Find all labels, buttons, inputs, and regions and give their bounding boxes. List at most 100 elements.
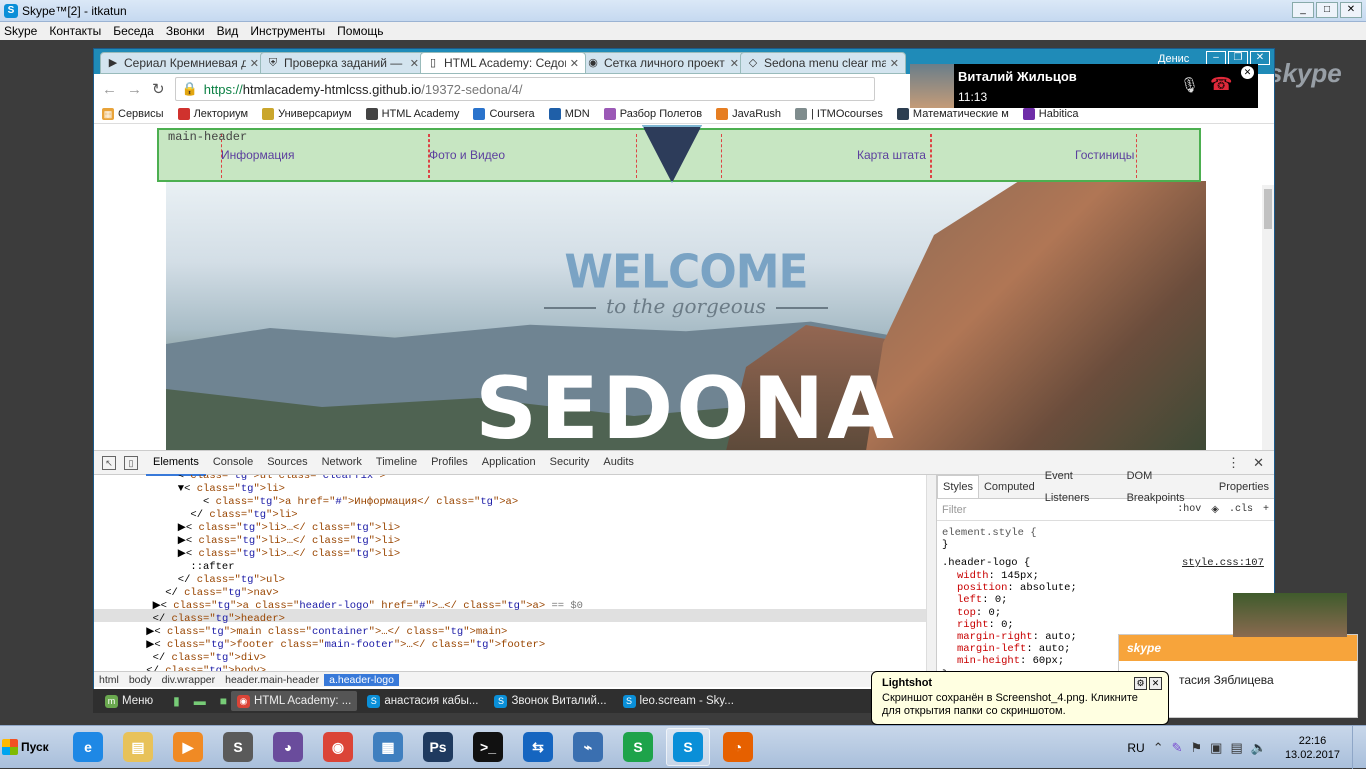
show-hidden-icons[interactable]: ⌃ xyxy=(1153,740,1164,756)
remote-task-button[interactable]: ◉ HTML Academy: ... xyxy=(230,691,358,711)
maximize-button[interactable]: □ xyxy=(1316,2,1338,18)
color-icon[interactable]: ◈ xyxy=(1211,504,1219,516)
css-property[interactable]: left: 0; xyxy=(957,594,1007,606)
css-property[interactable]: min-height: 60px; xyxy=(957,655,1064,667)
lightshot-balloon[interactable]: Lightshot Скриншот сохранён в Screenshot… xyxy=(871,671,1169,725)
clock[interactable]: 22:16 13.02.2017 xyxy=(1285,734,1340,762)
dom-node[interactable]: ▶< class="tg">li>…</ class="tg">li> xyxy=(140,548,400,561)
bookmark-item[interactable]: Разбор Полетов xyxy=(603,107,702,120)
skype-menu-item[interactable]: Контакты xyxy=(49,24,101,38)
hov-toggle[interactable]: :hov xyxy=(1177,504,1201,516)
browser-tab[interactable]: ⛨ Проверка заданий — ✕ xyxy=(260,52,426,74)
bookmark-item[interactable]: Coursera xyxy=(473,107,535,120)
css-property[interactable]: right: 0; xyxy=(957,619,1014,631)
dom-node[interactable]: </ class="tg">header> xyxy=(140,613,285,626)
breadcrumb-item[interactable]: header.main-header xyxy=(220,674,324,686)
styles-subtab[interactable]: DOM Breakpoints xyxy=(1122,465,1214,509)
rule-selector[interactable]: .header-logo { xyxy=(942,557,1030,569)
skype-menu-item[interactable]: Инструменты xyxy=(250,24,325,38)
remote-task-button[interactable]: m Меню xyxy=(99,691,159,711)
taskbar-app[interactable]: ⇆ xyxy=(516,728,560,766)
back-icon[interactable]: ← xyxy=(102,81,117,98)
rule-source-link[interactable]: style.css:107 xyxy=(1182,557,1264,569)
inspect-icon[interactable]: ↖ xyxy=(102,455,116,470)
taskbar-app[interactable]: ⌁ xyxy=(566,728,610,766)
css-property[interactable]: position: absolute; xyxy=(957,582,1077,594)
volume-icon[interactable]: 🔈 xyxy=(1251,740,1267,756)
dom-node[interactable]: ▶< class="tg">main class="container">…</… xyxy=(140,626,507,639)
minimize-button[interactable]: _ xyxy=(1292,2,1314,18)
flag-icon[interactable]: ⚑ xyxy=(1191,740,1203,756)
device-toolbar-icon[interactable]: ▯ xyxy=(124,455,138,470)
hang-up-icon[interactable]: ☎ xyxy=(1210,74,1232,95)
browser-tab[interactable]: ▶ Сериал Кремниевая д ✕ xyxy=(100,52,266,74)
device-icon[interactable]: ▣ xyxy=(1210,740,1222,756)
bookmark-item[interactable]: Лекториум xyxy=(177,107,248,120)
close-icon[interactable]: ✕ xyxy=(1149,677,1162,690)
tab-close-icon[interactable]: ✕ xyxy=(890,57,899,70)
styles-subtab[interactable]: Properties xyxy=(1214,476,1274,498)
settings-icon[interactable]: ⚙ xyxy=(1134,677,1147,690)
nav-link-map[interactable]: Карта штата xyxy=(857,148,926,162)
taskbar-app[interactable]: S xyxy=(616,728,660,766)
taskbar-app[interactable]: S xyxy=(666,728,710,766)
breadcrumb-item[interactable]: html xyxy=(94,674,124,686)
css-property[interactable]: margin-right: auto; xyxy=(957,631,1077,643)
skype-menu-item[interactable]: Звонки xyxy=(166,24,205,38)
remote-task-button[interactable]: Sанастасия кабы... xyxy=(361,691,484,711)
microphone-icon[interactable]: 🎙 xyxy=(1180,76,1199,94)
browser-tab[interactable]: ▯ HTML Academy: Седон ✕ xyxy=(420,52,586,74)
nav-link-photo[interactable]: Фото и Видео xyxy=(429,148,505,162)
address-bar[interactable]: 🔒 https:// htmlacademy-htmlcss.github.io… xyxy=(174,77,875,101)
skype-menu-item[interactable]: Беседа xyxy=(113,24,154,38)
breadcrumb-item[interactable]: div.wrapper xyxy=(157,674,221,686)
devtools-tab-profiles[interactable]: Profiles xyxy=(424,450,475,476)
tab-close-icon[interactable]: ✕ xyxy=(570,57,579,70)
nav-link-info[interactable]: Информация xyxy=(221,148,294,162)
element-style-rule[interactable]: element.style { xyxy=(942,527,1037,539)
dom-node[interactable]: ▶< class="tg">li>…</ class="tg">li> xyxy=(140,522,400,535)
bookmark-item[interactable]: Habitica xyxy=(1022,107,1079,120)
show-desktop-button[interactable] xyxy=(1352,726,1366,769)
dom-node[interactable]: ▼< class="tg">li> xyxy=(140,483,285,496)
devtools-tab-elements[interactable]: Elements xyxy=(146,450,206,476)
taskbar-app[interactable]: ◉ xyxy=(316,728,360,766)
page-scrollbar[interactable] xyxy=(1262,185,1274,450)
css-property[interactable]: top: 0; xyxy=(957,607,1001,619)
dom-node[interactable]: ▶< class="tg">a class="header-logo" href… xyxy=(140,600,583,613)
skype-menu-item[interactable]: Skype xyxy=(4,24,37,38)
remote-task-button[interactable]: S Звонок Виталий... xyxy=(488,691,612,711)
dom-node[interactable]: </ class="tg">ul> xyxy=(140,574,285,587)
bookmark-item[interactable]: Математические м xyxy=(896,107,1009,120)
devtools-tab-audits[interactable]: Audits xyxy=(596,450,641,476)
styles-subtab[interactable]: Event Listeners xyxy=(1040,465,1122,509)
devtools-tab-security[interactable]: Security xyxy=(543,450,597,476)
devtools-close-icon[interactable]: ✕ xyxy=(1253,455,1264,471)
close-icon[interactable]: ✕ xyxy=(1241,66,1254,79)
taskbar-app[interactable]: ◕ xyxy=(266,728,310,766)
bookmark-item[interactable]: Универсариум xyxy=(262,107,352,120)
breadcrumb-item[interactable]: a.header-logo xyxy=(324,673,399,686)
taskbar-app[interactable]: ▶ xyxy=(166,728,210,766)
chrome-close-button[interactable]: ✕ xyxy=(1250,51,1270,65)
bookmark-item[interactable]: JavaRush xyxy=(716,107,781,120)
tab-close-icon[interactable]: ✕ xyxy=(730,57,739,70)
styles-subtab[interactable]: Computed xyxy=(979,476,1040,498)
dom-node[interactable]: < class="tg">ul class="clearfix"> xyxy=(140,475,386,483)
taskbar-app[interactable]: ▦ xyxy=(366,728,410,766)
css-property[interactable]: width: 145px; xyxy=(957,570,1039,582)
tab-close-icon[interactable]: ✕ xyxy=(410,57,419,70)
dom-node[interactable]: ::after xyxy=(140,561,234,574)
more-icon[interactable]: ⋮ xyxy=(1227,455,1240,471)
taskbar-app[interactable]: S xyxy=(216,728,260,766)
taskbar-app[interactable]: Ps xyxy=(416,728,460,766)
bookmark-item[interactable]: ▦ Сервисы xyxy=(102,107,164,120)
devtools-tab-sources[interactable]: Sources xyxy=(260,450,314,476)
bookmark-item[interactable]: HTML Academy xyxy=(365,107,459,120)
folder-icon[interactable]: ■ xyxy=(220,694,227,708)
chrome-restore-button[interactable]: ❐ xyxy=(1228,51,1248,65)
lightshot-tray-icon[interactable]: ✎ xyxy=(1172,740,1183,756)
skype-menu-item[interactable]: Помощь xyxy=(337,24,383,38)
devtools-tab-application[interactable]: Application xyxy=(475,450,543,476)
dom-node[interactable]: ▶< class="tg">li>…</ class="tg">li> xyxy=(140,535,400,548)
